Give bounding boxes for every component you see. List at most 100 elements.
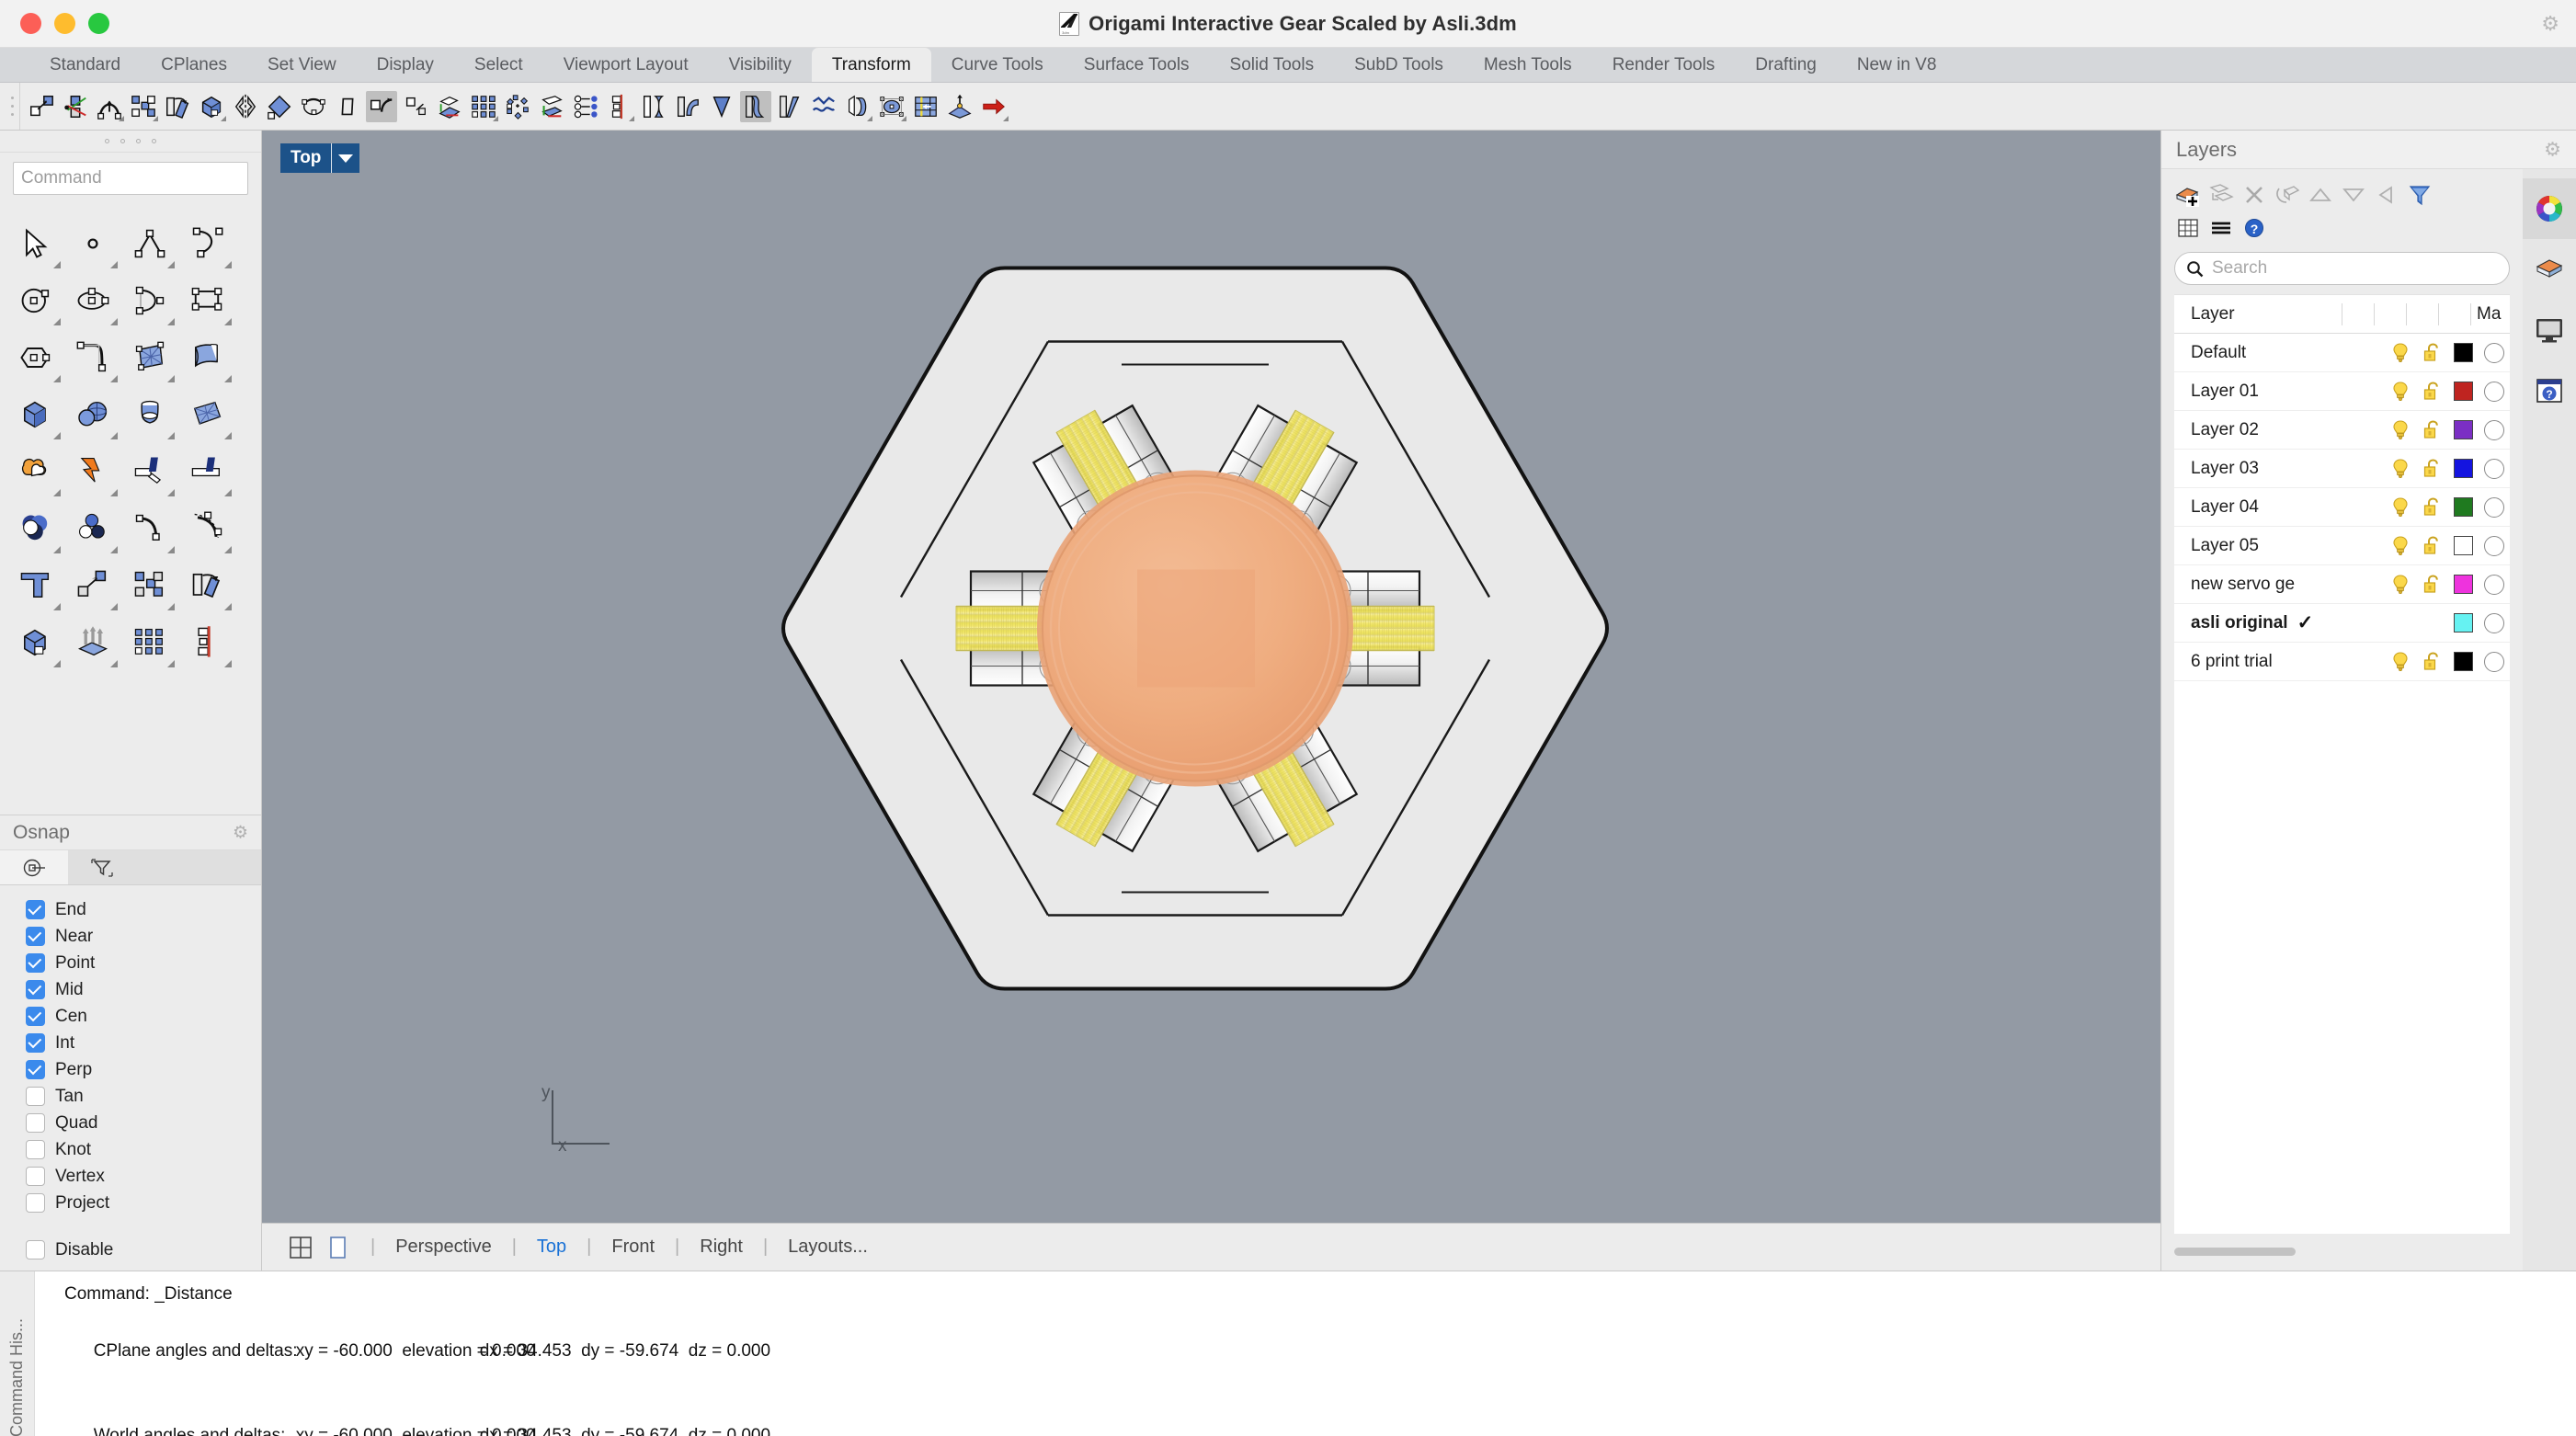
soft-move-icon[interactable] — [944, 91, 975, 122]
tab-select[interactable]: Select — [454, 48, 543, 82]
display-monitor-icon[interactable] — [2523, 300, 2576, 360]
four-view-layout-icon[interactable] — [282, 1231, 319, 1264]
layer-material-cell[interactable] — [2479, 496, 2510, 518]
trim-icon[interactable] — [121, 443, 178, 500]
explode-icon[interactable] — [64, 443, 121, 500]
grid-array-icon[interactable] — [121, 614, 178, 671]
layer-name-cell[interactable]: Default — [2174, 343, 2385, 363]
osnap-checkbox-vertex[interactable] — [26, 1167, 45, 1186]
move-icon[interactable] — [64, 557, 121, 614]
box-edit-icon[interactable] — [196, 91, 227, 122]
surface-from-points-icon[interactable] — [121, 329, 178, 386]
tab-new-in-v8[interactable]: New in V8 — [1837, 48, 1957, 82]
layer-lock-cell[interactable] — [2416, 458, 2447, 480]
rotate-icon[interactable] — [162, 91, 193, 122]
remap-cplane-icon[interactable] — [400, 91, 431, 122]
layer-row[interactable]: Layer 04 — [2174, 488, 2510, 527]
viewport-tab-front[interactable]: Front — [606, 1237, 660, 1258]
osnap-checkbox-knot[interactable] — [26, 1140, 45, 1159]
extend-curve-icon[interactable] — [121, 500, 178, 557]
ellipse-icon[interactable] — [64, 272, 121, 329]
filter-funnel-icon[interactable] — [2404, 180, 2435, 210]
layer-row[interactable]: Layer 05 — [2174, 527, 2510, 565]
layer-row[interactable]: Layer 03 — [2174, 450, 2510, 488]
layer-lock-cell[interactable] — [2416, 651, 2447, 673]
cage-object-icon[interactable] — [876, 91, 907, 122]
layer-grid-icon[interactable] — [2172, 213, 2204, 243]
layer-material-cell[interactable] — [2479, 342, 2510, 363]
layer-lock-cell[interactable] — [2416, 574, 2447, 596]
layers-search-box[interactable] — [2174, 252, 2510, 285]
osnap-checkbox-cen[interactable] — [26, 1007, 45, 1026]
new-sublayer-icon[interactable] — [2206, 180, 2237, 210]
smooth-icon[interactable] — [808, 91, 839, 122]
gear-icon[interactable]: ⚙ — [233, 822, 248, 843]
layer-color-cell[interactable] — [2447, 652, 2479, 671]
layers-horizontal-scrollbar[interactable] — [2174, 1239, 2510, 1263]
polygon-icon[interactable] — [7, 329, 64, 386]
offset-curve-icon[interactable] — [178, 500, 235, 557]
layer-material-cell[interactable] — [2479, 612, 2510, 633]
move-uvn-icon[interactable] — [60, 91, 91, 122]
osnap-checkbox-near[interactable] — [26, 927, 45, 946]
viewport-tab-perspective[interactable]: Perspective — [390, 1237, 497, 1258]
osnap-row-int[interactable]: Int — [26, 1030, 261, 1056]
layer-visibility-cell[interactable] — [2385, 535, 2416, 557]
arc-icon[interactable] — [121, 272, 178, 329]
color-wheel-icon[interactable] — [2523, 178, 2576, 239]
layer-lock-cell[interactable] — [2416, 496, 2447, 519]
mirror-axis-icon[interactable] — [178, 614, 235, 671]
extrude-icon[interactable] — [64, 614, 121, 671]
orient-3pt-icon[interactable] — [570, 91, 601, 122]
surface-patch-icon[interactable] — [178, 386, 235, 443]
layer-color-cell[interactable] — [2447, 536, 2479, 555]
text-icon[interactable] — [7, 557, 64, 614]
osnap-row-knot[interactable]: Knot — [26, 1136, 261, 1163]
layer-color-cell[interactable] — [2447, 575, 2479, 594]
array-polar-icon[interactable] — [502, 91, 533, 122]
osnap-row-disable[interactable]: Disable — [26, 1237, 261, 1263]
array-icon[interactable] — [128, 91, 159, 122]
tab-curve-tools[interactable]: Curve Tools — [931, 48, 1064, 82]
osnap-row-perp[interactable]: Perp — [26, 1056, 261, 1083]
layer-color-cell[interactable] — [2447, 613, 2479, 633]
delete-layer-icon[interactable] — [2239, 180, 2270, 210]
layer-material-cell[interactable] — [2479, 535, 2510, 556]
command-panel-grip[interactable] — [0, 131, 261, 153]
set-cplane-icon[interactable] — [536, 91, 567, 122]
layer-row[interactable]: new servo ge — [2174, 565, 2510, 604]
bend-icon[interactable] — [94, 91, 125, 122]
tab-subd-tools[interactable]: SubD Tools — [1334, 48, 1464, 82]
layer-material-cell[interactable] — [2479, 419, 2510, 440]
boolean-difference-icon[interactable] — [64, 500, 121, 557]
tab-surface-tools[interactable]: Surface Tools — [1064, 48, 1210, 82]
shrink-icon[interactable] — [910, 91, 941, 122]
array-rectangular-icon[interactable] — [468, 91, 499, 122]
layer-name-cell[interactable]: Layer 01 — [2174, 382, 2385, 402]
layer-row[interactable]: Layer 01 — [2174, 372, 2510, 411]
layer-visibility-cell[interactable] — [2385, 651, 2416, 673]
project-to-cplane-icon[interactable] — [434, 91, 465, 122]
layer-visibility-cell[interactable] — [2385, 574, 2416, 596]
layer-name-cell[interactable]: new servo ge — [2174, 575, 2385, 595]
curve-icon[interactable] — [178, 215, 235, 272]
tab-display[interactable]: Display — [357, 48, 454, 82]
layer-visibility-cell[interactable] — [2385, 496, 2416, 519]
layer-color-cell[interactable] — [2447, 420, 2479, 439]
layer-row[interactable]: asli original ✓ — [2174, 604, 2510, 643]
layer-color-cell[interactable] — [2447, 459, 2479, 478]
point-icon[interactable] — [64, 215, 121, 272]
tab-standard[interactable]: Standard — [29, 48, 141, 82]
osnap-row-project[interactable]: Project — [26, 1190, 261, 1216]
viewport-tab-layouts[interactable]: Layouts... — [782, 1237, 873, 1258]
move-layer-down-icon[interactable] — [2338, 180, 2369, 210]
cage-edit-icon[interactable] — [298, 91, 329, 122]
help-icon[interactable]: ? — [2239, 213, 2270, 243]
duplicate-layer-icon[interactable] — [2272, 180, 2303, 210]
osnap-row-vertex[interactable]: Vertex — [26, 1163, 261, 1190]
layer-name-cell[interactable]: Layer 04 — [2174, 497, 2385, 518]
layers-search-input[interactable] — [2212, 258, 2498, 279]
tab-visibility[interactable]: Visibility — [709, 48, 812, 82]
circle-icon[interactable] — [7, 272, 64, 329]
layer-name-cell[interactable]: Layer 03 — [2174, 459, 2385, 479]
